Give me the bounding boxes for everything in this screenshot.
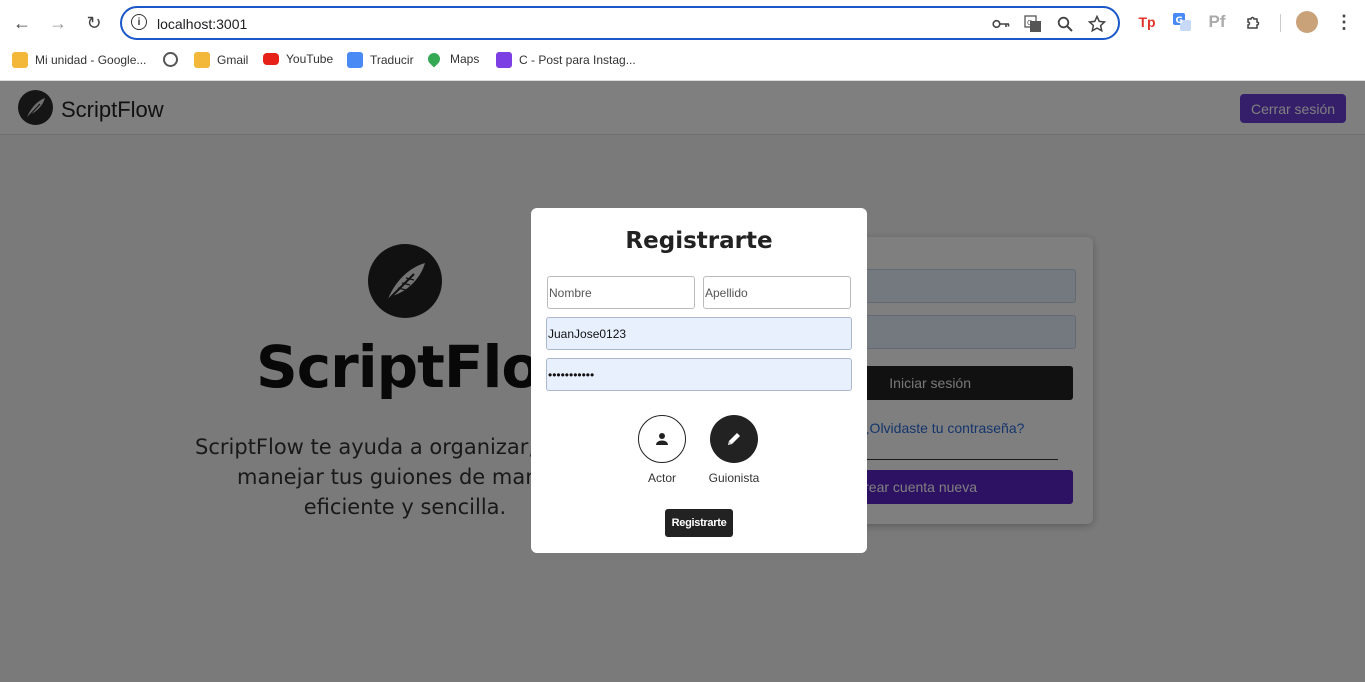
bookmark-label: C - Post para Instag... (519, 53, 636, 67)
bookmark-youtube[interactable]: YouTube (263, 52, 333, 66)
translate-page-icon[interactable]: G (1022, 13, 1044, 35)
bookmark-label: Traducir (370, 53, 414, 67)
reload-icon[interactable]: ↻ (80, 9, 108, 37)
toolbar-divider (1280, 14, 1281, 32)
google-translate-extension-icon[interactable]: G (1170, 10, 1194, 34)
profile-avatar[interactable] (1296, 11, 1318, 33)
extensions-puzzle-icon[interactable] (1242, 10, 1266, 34)
svg-text:G: G (1176, 16, 1183, 26)
globe-icon (163, 52, 178, 67)
forward-icon[interactable]: → (44, 9, 72, 37)
svg-text:G: G (1027, 19, 1032, 27)
address-bar[interactable]: i localhost:3001 G (120, 6, 1120, 40)
pf-extension-icon[interactable]: Pf (1205, 10, 1229, 34)
pencil-icon (728, 433, 740, 445)
register-modal: Registrarte Actor Guionista Registrarte (531, 208, 867, 553)
last-name-input[interactable] (703, 276, 851, 309)
back-icon[interactable]: ← (8, 9, 36, 37)
youtube-icon (263, 53, 279, 65)
bookmark-post-instagram[interactable]: C - Post para Instag... (496, 52, 636, 68)
browser-toolbar: ← → ↻ i localhost:3001 G Tp G Pf ⋮ (0, 0, 1365, 46)
bookmark-star-icon[interactable] (1086, 13, 1108, 35)
url-text[interactable]: localhost:3001 (157, 16, 247, 32)
bookmarks-bar: Mi unidad - Google... Gmail YouTube Trad… (0, 46, 1365, 74)
bookmark-label: Gmail (217, 53, 249, 67)
username-input[interactable] (546, 317, 852, 350)
bookmark-gmail[interactable]: Gmail (194, 52, 248, 68)
tp-extension-icon[interactable]: Tp (1135, 10, 1159, 34)
first-name-input[interactable] (547, 276, 695, 309)
register-title: Registrarte (625, 228, 773, 254)
heart-chat-icon (496, 52, 512, 68)
bookmark-maps[interactable]: Maps (425, 50, 480, 68)
bookmark-mi-unidad[interactable]: Mi unidad - Google... (12, 52, 146, 68)
role-guionista-button[interactable] (710, 415, 758, 463)
password-key-icon[interactable] (990, 13, 1012, 35)
register-submit-button[interactable]: Registrarte (665, 509, 733, 537)
password-input[interactable] (546, 358, 852, 391)
role-guionista-label: Guionista (708, 471, 760, 485)
site-info-icon[interactable]: i (131, 14, 147, 30)
drive-icon (12, 52, 28, 68)
maps-icon (425, 50, 443, 68)
translate-icon (347, 52, 363, 68)
menu-kebab-icon[interactable]: ⋮ (1332, 10, 1356, 34)
bookmark-globe[interactable] (163, 52, 185, 67)
app-page: ScriptFlow Cerrar sesión ScriptFlow Scri… (0, 81, 1365, 682)
drive-icon (194, 52, 210, 68)
bookmark-traducir[interactable]: Traducir (347, 52, 414, 68)
bookmark-label: Maps (450, 52, 480, 66)
browser-chrome: ← → ↻ i localhost:3001 G Tp G Pf ⋮ Mi un… (0, 0, 1365, 81)
person-icon (656, 433, 668, 445)
bookmark-label: Mi unidad - Google... (35, 53, 147, 67)
zoom-icon[interactable] (1054, 13, 1076, 35)
role-actor-label: Actor (647, 471, 676, 485)
bookmark-label: YouTube (286, 52, 334, 66)
role-actor-button[interactable] (638, 415, 686, 463)
